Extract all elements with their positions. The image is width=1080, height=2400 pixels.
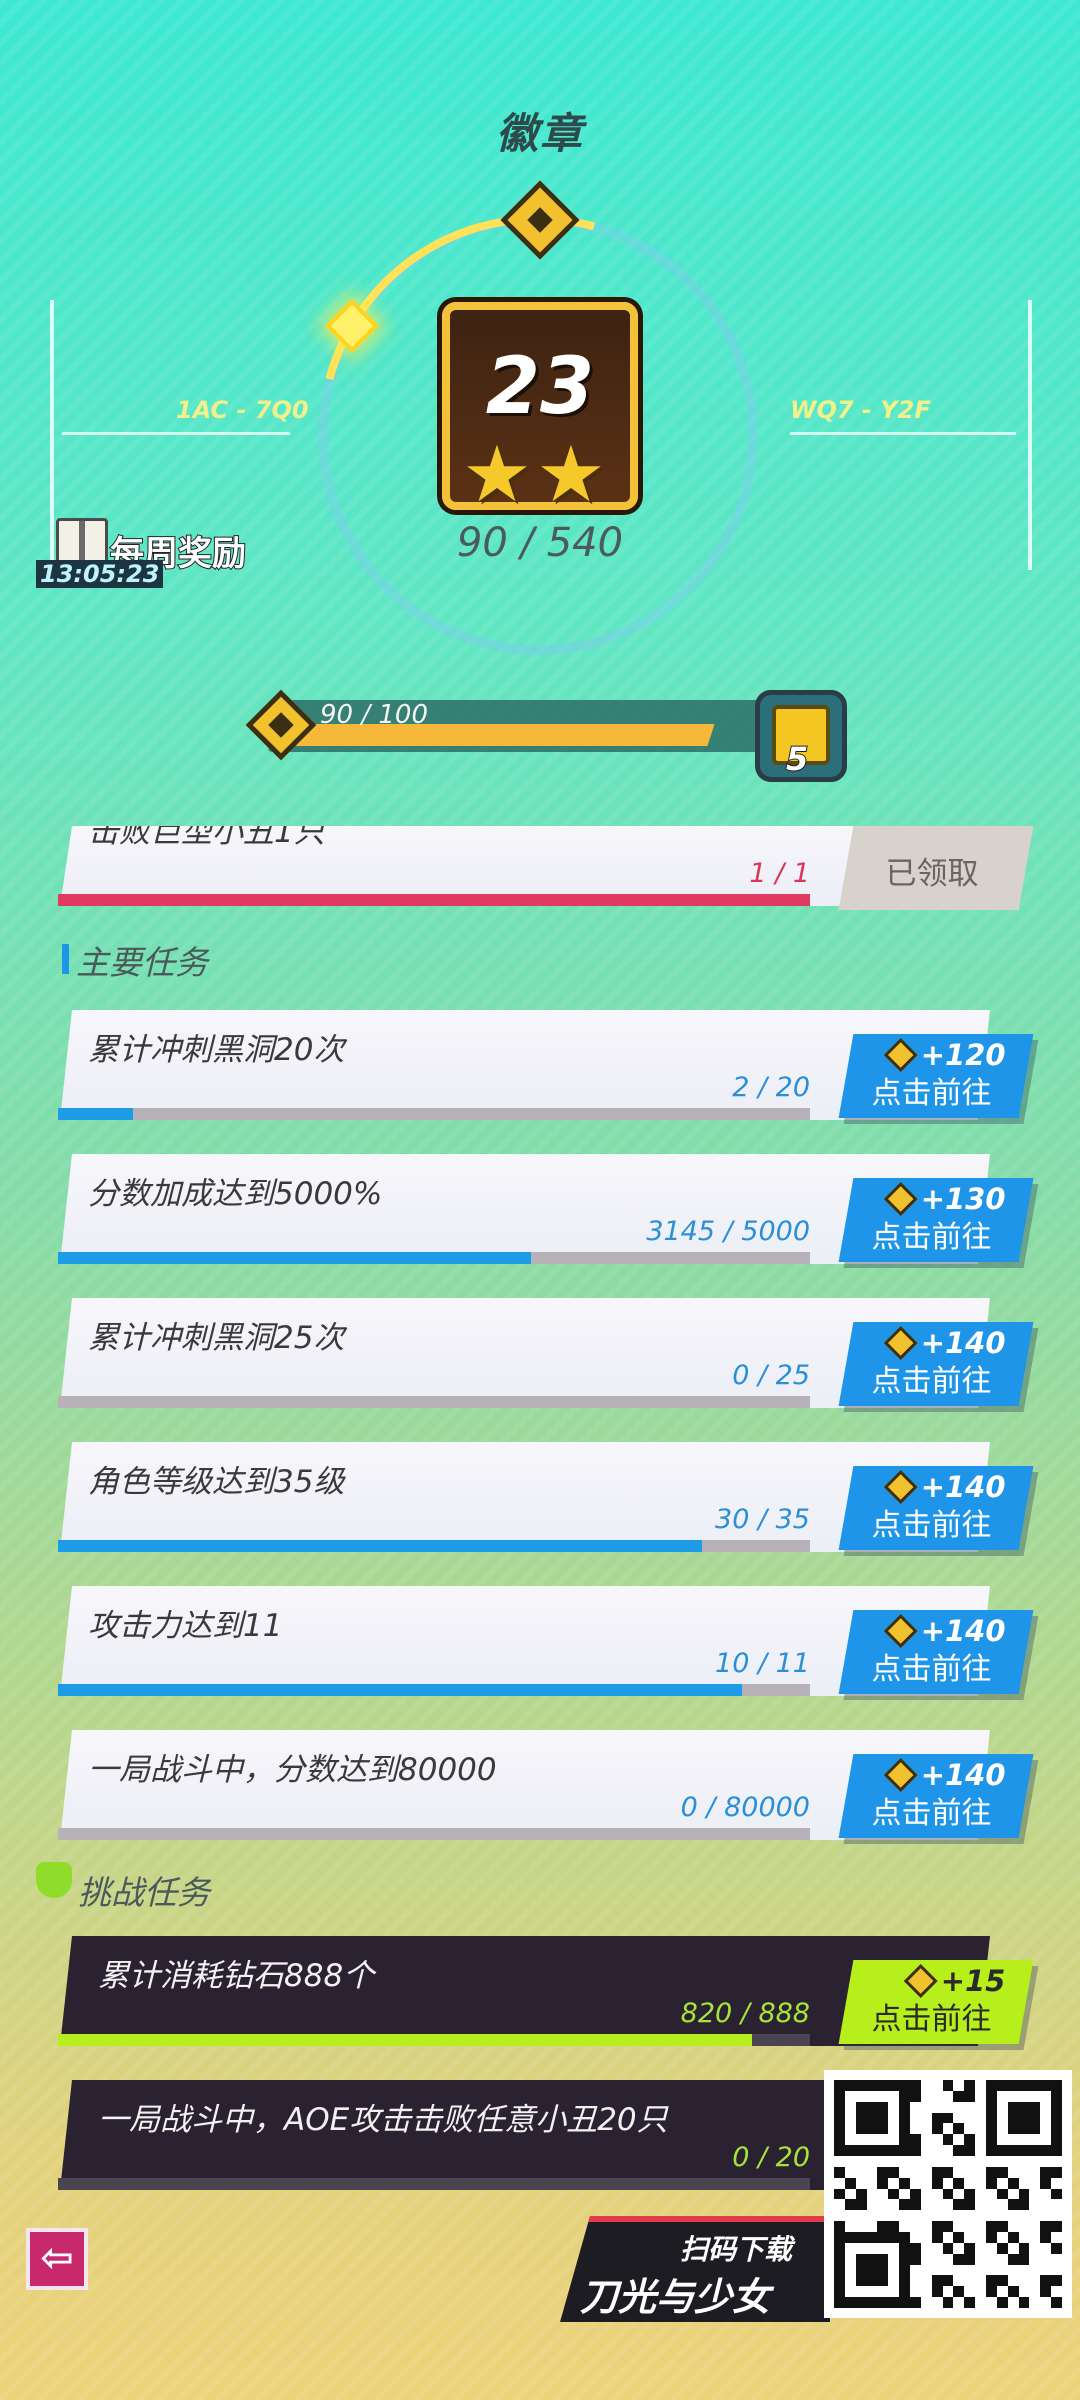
right-divider — [790, 432, 1016, 435]
task-progress-fill — [58, 1540, 702, 1552]
back-button[interactable]: ⇦ — [26, 2228, 88, 2290]
badge-level: 23 — [485, 342, 595, 432]
diamond-currency-icon — [883, 1038, 918, 1072]
task-title: 角色等级达到35级 — [88, 1464, 345, 1500]
section-marker — [62, 944, 69, 974]
task-title: 击败巨型小丑1只 — [88, 814, 325, 850]
diamond-currency-icon — [883, 1182, 918, 1216]
task-progress-track — [58, 1396, 810, 1408]
task-reward: +140 — [883, 1614, 1006, 1648]
task-count: 10 / 11 — [715, 1648, 810, 1679]
go-button-label: 点击前往 — [871, 1364, 992, 1399]
task-count: 3145 / 5000 — [646, 1216, 810, 1247]
back-arrow-icon: ⇦ — [40, 2235, 74, 2281]
left-code: 1AC - 7Q0 — [176, 396, 309, 424]
task-reward-amount: +15 — [941, 1964, 1006, 1998]
task-progress-fill — [58, 1252, 531, 1264]
level-progress-text: 90 / 100 — [320, 700, 428, 730]
task-count: 1 / 1 — [749, 858, 810, 889]
left-divider — [62, 432, 290, 435]
star-icon: ★ — [462, 430, 532, 520]
go-button-label: 点击前往 — [871, 1220, 992, 1255]
task-reward-amount: +140 — [920, 1758, 1006, 1792]
task-reward-amount: +140 — [920, 1470, 1006, 1504]
task-reward: +140 — [883, 1470, 1006, 1504]
task-progress-track — [58, 1108, 810, 1120]
go-button[interactable]: +140 点击前往 — [838, 1754, 1034, 1838]
task-count: 30 / 35 — [715, 1504, 810, 1535]
task-title: 累计冲刺黑洞25次 — [88, 1320, 345, 1356]
task-reward: +140 — [883, 1326, 1006, 1360]
challenge-tasks-heading: 挑战任务 — [78, 1873, 210, 1912]
page-title: 徽章 — [495, 109, 584, 158]
task-title: 分数加成达到5000% — [88, 1176, 383, 1212]
task-progress-fill — [58, 894, 810, 906]
task-count: 0 / 25 — [732, 1360, 810, 1391]
diamond-currency-icon — [883, 1758, 918, 1792]
task-reward-amount: +130 — [920, 1182, 1006, 1216]
task-progress-track — [58, 2178, 810, 2190]
go-button[interactable]: +140 点击前往 — [838, 1610, 1034, 1694]
promo-scan-text: 扫码下载 — [680, 2233, 793, 2266]
task-reward-amount: +120 — [920, 1038, 1006, 1072]
diamond-currency-icon — [883, 1614, 918, 1648]
gift-icon[interactable] — [56, 518, 108, 564]
task-title: 一局战斗中，分数达到80000 — [88, 1752, 497, 1788]
diamond-currency-icon — [904, 1964, 939, 1998]
task-title: 一局战斗中，AOE攻击击败任意小丑20只 — [98, 2102, 668, 2138]
level-reward-count: 5 — [785, 739, 809, 779]
star-icon: ★ — [536, 430, 606, 520]
weekly-reward-timer: 13:05:23 — [36, 560, 164, 588]
right-code: WQ7 - Y2F — [790, 396, 931, 424]
task-reward: +130 — [883, 1182, 1006, 1216]
claimed-button[interactable]: 已领取 — [838, 826, 1034, 910]
go-button-label: 点击前往 — [871, 1508, 992, 1543]
go-button[interactable]: +130 点击前往 — [838, 1178, 1034, 1262]
task-progress-fill — [58, 1684, 742, 1696]
go-button-label: 点击前往 — [871, 2002, 992, 2037]
go-button[interactable]: +140 点击前往 — [838, 1466, 1034, 1550]
task-reward: +120 — [883, 1038, 1006, 1072]
challenge-icon — [36, 1862, 72, 1898]
go-button-label: 点击前往 — [871, 1796, 992, 1831]
task-title: 累计冲刺黑洞20次 — [88, 1032, 345, 1068]
task-reward: +140 — [883, 1758, 1006, 1792]
promo-game-name: 刀光与少女 — [580, 2275, 771, 2319]
task-title: 累计消耗钻石888个 — [98, 1958, 375, 1994]
go-button[interactable]: +140 点击前往 — [838, 1322, 1034, 1406]
go-button-label: 点击前往 — [871, 1652, 992, 1687]
task-progress-fill — [58, 1108, 133, 1120]
task-count: 2 / 20 — [732, 1072, 810, 1103]
task-reward-amount: +140 — [920, 1326, 1006, 1360]
diamond-currency-icon — [883, 1326, 918, 1360]
task-progress-fill — [58, 2034, 752, 2046]
task-title: 攻击力达到11 — [88, 1608, 283, 1644]
go-button[interactable]: +15 点击前往 — [838, 1960, 1034, 2044]
main-tasks-heading: 主要任务 — [76, 943, 208, 982]
task-count: 820 / 888 — [680, 1998, 810, 2029]
qr-code[interactable] — [824, 2070, 1072, 2318]
task-count: 0 / 80000 — [680, 1792, 810, 1823]
go-button-label: 点击前往 — [871, 1076, 992, 1111]
task-reward-amount: +140 — [920, 1614, 1006, 1648]
diamond-currency-icon — [883, 1470, 918, 1504]
task-progress-track — [58, 1828, 810, 1840]
task-reward: +15 — [904, 1964, 1006, 1998]
task-count: 0 / 20 — [732, 2142, 810, 2173]
go-button[interactable]: +120 点击前往 — [838, 1034, 1034, 1118]
